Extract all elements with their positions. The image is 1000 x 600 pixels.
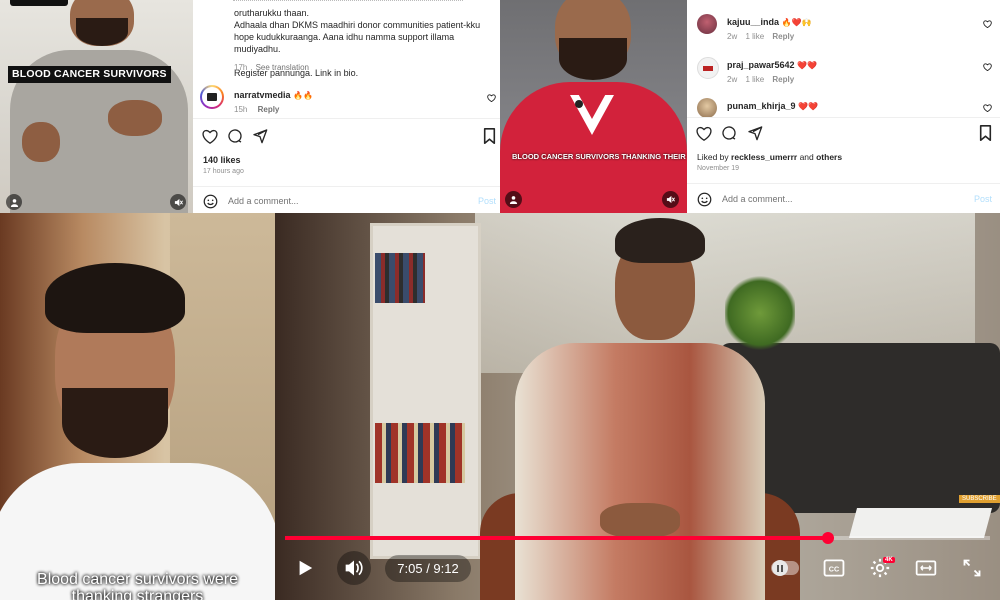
- see-translation-link[interactable]: See translation: [256, 63, 309, 72]
- comment-like-icon[interactable]: [983, 104, 992, 112]
- caption-time: 17h: [234, 63, 248, 72]
- liked-by-user-link[interactable]: reckless_umerrr: [731, 152, 797, 162]
- liked-by-others-link[interactable]: others: [816, 152, 842, 162]
- video-caption: BLOOD CANCER SURVIVORS: [8, 66, 171, 83]
- subscribe-watermark[interactable]: SUBSCRIBE: [959, 495, 1000, 503]
- comment-reply-button[interactable]: Reply: [772, 75, 794, 84]
- comment-item: kajuu__inda 🔥❤️🙌 2w 1 like Reply: [697, 14, 997, 44]
- caption-line: Adhaala dhan DKMS maadhiri donor communi…: [234, 20, 481, 30]
- mute-icon[interactable]: [662, 191, 679, 208]
- play-button[interactable]: [289, 548, 321, 588]
- share-icon[interactable]: [746, 124, 764, 142]
- save-icon[interactable]: [976, 124, 994, 142]
- comment-reply-button[interactable]: Reply: [258, 105, 280, 114]
- comment-likes[interactable]: 1 like: [745, 75, 764, 84]
- comment-time: 15h: [234, 105, 248, 114]
- user-tag-icon[interactable]: [505, 191, 522, 208]
- like-icon[interactable]: [695, 124, 713, 142]
- autoplay-toggle[interactable]: [770, 548, 800, 588]
- left-post-panel: orutharukku thaan. Adhaala dhan DKMS maa…: [193, 0, 500, 213]
- comment-username[interactable]: narratvmedia: [234, 90, 291, 100]
- add-comment-input[interactable]: Add a comment...: [722, 194, 793, 204]
- user-tag-icon[interactable]: [6, 194, 22, 210]
- comment-avatar[interactable]: [697, 14, 717, 34]
- share-icon[interactable]: [251, 127, 269, 145]
- bottom-left-video[interactable]: Blood cancer survivors were thanking str…: [0, 213, 275, 600]
- comment-text: 🔥❤️🙌: [781, 18, 812, 27]
- caption-line: orutharukku thaan.: [234, 8, 310, 18]
- comment-like-icon[interactable]: [983, 20, 992, 28]
- post-comment-button[interactable]: Post: [974, 194, 992, 204]
- person-clothes: [515, 343, 765, 600]
- fullscreen-icon: [963, 559, 981, 577]
- video-subtitle: Blood cancer survivors were thanking str…: [0, 571, 275, 600]
- comment-item: punam_khirja_9 ❤️❤️: [697, 98, 997, 128]
- comment-like-icon[interactable]: [485, 92, 497, 104]
- progress-scrubber-handle[interactable]: [822, 532, 834, 544]
- caption-line: hope kudukkuraanga. Aana idhu namma supp…: [234, 32, 455, 54]
- fullscreen-button[interactable]: [958, 548, 986, 588]
- mute-icon[interactable]: [170, 194, 186, 210]
- captions-button[interactable]: CC: [820, 548, 848, 588]
- theater-mode-button[interactable]: [912, 548, 940, 588]
- cc-icon: CC: [823, 559, 845, 577]
- pause-icon: [777, 564, 783, 572]
- post-date: November 19: [697, 165, 740, 172]
- comment-text: ❤️❤️: [798, 102, 818, 111]
- comment-avatar[interactable]: [697, 98, 717, 118]
- time-display: 7:05 / 9:12: [383, 548, 473, 588]
- post-time: 17 hours ago: [203, 168, 244, 175]
- settings-button[interactable]: 4K: [866, 548, 895, 588]
- comment-username[interactable]: punam_khirja_9: [727, 101, 796, 111]
- post-comment-button[interactable]: Post: [478, 196, 496, 206]
- comment-text: 🔥🔥: [293, 91, 313, 100]
- youtube-video[interactable]: SUBSCRIBE: [275, 213, 1000, 600]
- subtitle-line: thanking strangers: [71, 588, 204, 600]
- add-comment-input[interactable]: Add a comment...: [228, 196, 299, 206]
- progress-bar-played: [285, 536, 828, 540]
- comment-username[interactable]: praj_pawar5642: [727, 60, 795, 70]
- right-post-video[interactable]: BLOOD CANCER SURVIVORS THANKING THEIR DO…: [500, 0, 687, 213]
- video-caption: BLOOD CANCER SURVIVORS THANKING THEIR DO…: [512, 152, 687, 161]
- comment-item: praj_pawar5642 ❤️❤️ 2w 1 like Reply: [697, 57, 997, 87]
- subtitle-line: Blood cancer survivors were: [37, 571, 238, 588]
- comment-reply-button[interactable]: Reply: [772, 32, 794, 41]
- like-icon[interactable]: [201, 127, 219, 145]
- emoji-icon[interactable]: [201, 192, 219, 210]
- save-icon[interactable]: [480, 127, 498, 145]
- volume-icon: [345, 560, 363, 576]
- left-post-video[interactable]: BLOOD CANCER SURVIVORS: [0, 0, 193, 213]
- quality-badge: 4K: [883, 557, 895, 563]
- comment-avatar[interactable]: [697, 57, 719, 79]
- svg-text:CC: CC: [829, 565, 839, 574]
- like-count[interactable]: 140 likes: [203, 155, 241, 165]
- comment-time: 2w: [727, 32, 738, 41]
- comment-username[interactable]: kajuu__inda: [727, 17, 779, 27]
- comment-time: 2w: [727, 75, 738, 84]
- liked-by-text: Liked by reckless_umerrr and others: [697, 152, 843, 162]
- comment-icon[interactable]: [720, 124, 738, 142]
- person-shirt: [500, 82, 687, 213]
- comment-icon[interactable]: [226, 127, 244, 145]
- volume-button[interactable]: [337, 548, 371, 588]
- duration: 9:12: [433, 560, 459, 576]
- theater-icon: [915, 560, 937, 576]
- comment-text: ❤️❤️: [797, 61, 817, 70]
- current-time: 7:05: [397, 560, 423, 576]
- comment-like-icon[interactable]: [983, 63, 992, 71]
- comment-avatar[interactable]: [200, 85, 224, 109]
- emoji-icon[interactable]: [695, 190, 713, 208]
- comment-likes[interactable]: 1 like: [745, 32, 764, 41]
